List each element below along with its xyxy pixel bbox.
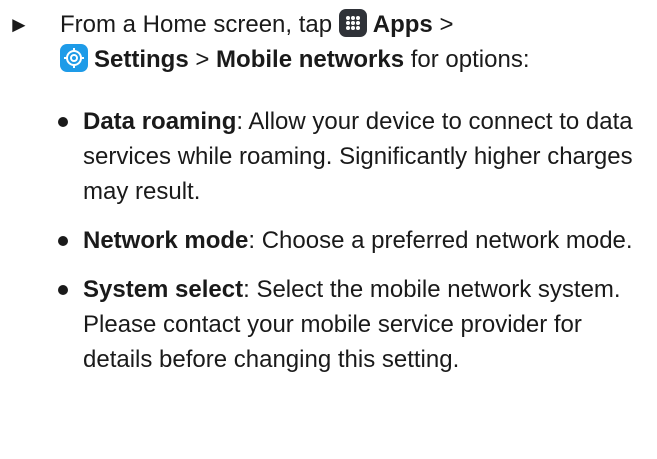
- step-suffix: for options:: [410, 46, 530, 73]
- option-term: Data roaming: [83, 108, 237, 135]
- list-item: Network mode: Choose a preferred network…: [0, 223, 650, 258]
- apps-label: Apps: [372, 11, 433, 38]
- mobile-networks-label: Mobile networks: [216, 46, 405, 73]
- settings-label: Settings: [94, 46, 189, 73]
- apps-icon: [338, 9, 367, 37]
- list-item: System select: Select the mobile network…: [0, 272, 650, 377]
- bullet-dot: [58, 117, 68, 127]
- step-arrow-icon: ►: [8, 12, 30, 37]
- bullet-dot: [58, 236, 68, 246]
- instruction-step: ► From a Home screen, tap Apps > Setting…: [0, 7, 650, 77]
- bullet-dot: [58, 285, 68, 295]
- step-prefix: From a Home screen, tap: [60, 11, 333, 38]
- separator: >: [439, 11, 454, 38]
- options-list: Data roaming: Allow your device to conne…: [0, 104, 650, 391]
- step-text: From a Home screen, tap Apps > Settings …: [60, 7, 650, 77]
- option-term: System select: [83, 276, 244, 303]
- option-description: : Choose a preferred network mode.: [248, 227, 633, 254]
- option-term: Network mode: [83, 227, 249, 254]
- settings-icon: [60, 44, 88, 72]
- list-item: Data roaming: Allow your device to conne…: [0, 104, 650, 209]
- separator: >: [195, 46, 210, 73]
